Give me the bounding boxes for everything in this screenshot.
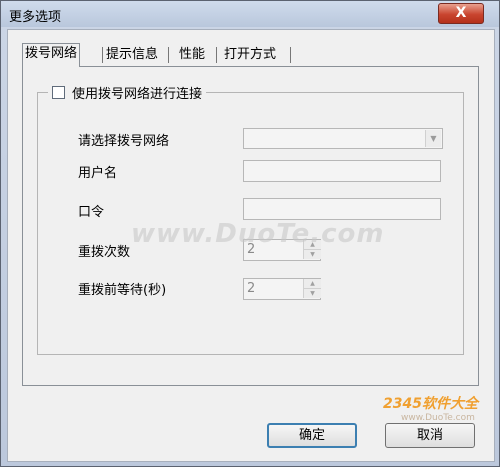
- username-field[interactable]: [243, 160, 441, 182]
- corner-watermark: 2345软件大全 www.DuoTe.com: [361, 389, 486, 449]
- username-label: 用户名: [78, 166, 118, 181]
- network-select[interactable]: ▼: [243, 128, 443, 149]
- password-field[interactable]: [243, 198, 441, 220]
- tab-separator: [216, 47, 217, 63]
- dialog-window: 更多选项 X 拨号网络 提示信息 性能 打开方式 使用拨号网络进行连接 请选择拨…: [0, 0, 500, 467]
- tab-dial-network[interactable]: 拨号网络: [22, 43, 81, 67]
- title-bar[interactable]: 更多选项 X: [1, 1, 499, 27]
- tab-separator: [168, 47, 169, 63]
- redial-count-label: 重拨次数: [78, 245, 131, 260]
- corner-watermark-title: 2345软件大全: [383, 396, 478, 412]
- close-icon: X: [455, 5, 467, 21]
- tab-prompt-info[interactable]: 提示信息: [104, 45, 160, 65]
- redial-wait-value: 2: [247, 281, 256, 296]
- spin-down-icon[interactable]: ▼: [303, 249, 321, 259]
- network-select-label: 请选择拨号网络: [78, 134, 170, 149]
- close-button[interactable]: X: [438, 3, 484, 24]
- ok-button[interactable]: 确定: [267, 423, 357, 448]
- redial-wait-stepper[interactable]: 2 ▲ ▼: [243, 278, 321, 300]
- password-label: 口令: [78, 205, 105, 220]
- use-dial-network-checkbox[interactable]: [52, 85, 65, 99]
- use-dial-network-label: 使用拨号网络进行连接: [72, 86, 203, 102]
- tab-performance[interactable]: 性能: [177, 45, 207, 65]
- tab-separator: [102, 47, 103, 63]
- tab-separator: [290, 47, 291, 63]
- chevron-down-icon[interactable]: ▼: [425, 130, 441, 147]
- window-title: 更多选项: [9, 10, 62, 25]
- corner-watermark-url: www.DuoTe.com: [401, 413, 475, 423]
- watermark-text: www.DuoTe.com: [131, 219, 385, 249]
- spin-up-icon[interactable]: ▲: [303, 279, 321, 288]
- tab-open-mode[interactable]: 打开方式: [222, 45, 278, 65]
- redial-wait-label: 重拨前等待(秒): [78, 283, 167, 298]
- use-dial-network-checkbox-row[interactable]: 使用拨号网络进行连接: [48, 83, 207, 102]
- spin-down-icon[interactable]: ▼: [303, 288, 321, 298]
